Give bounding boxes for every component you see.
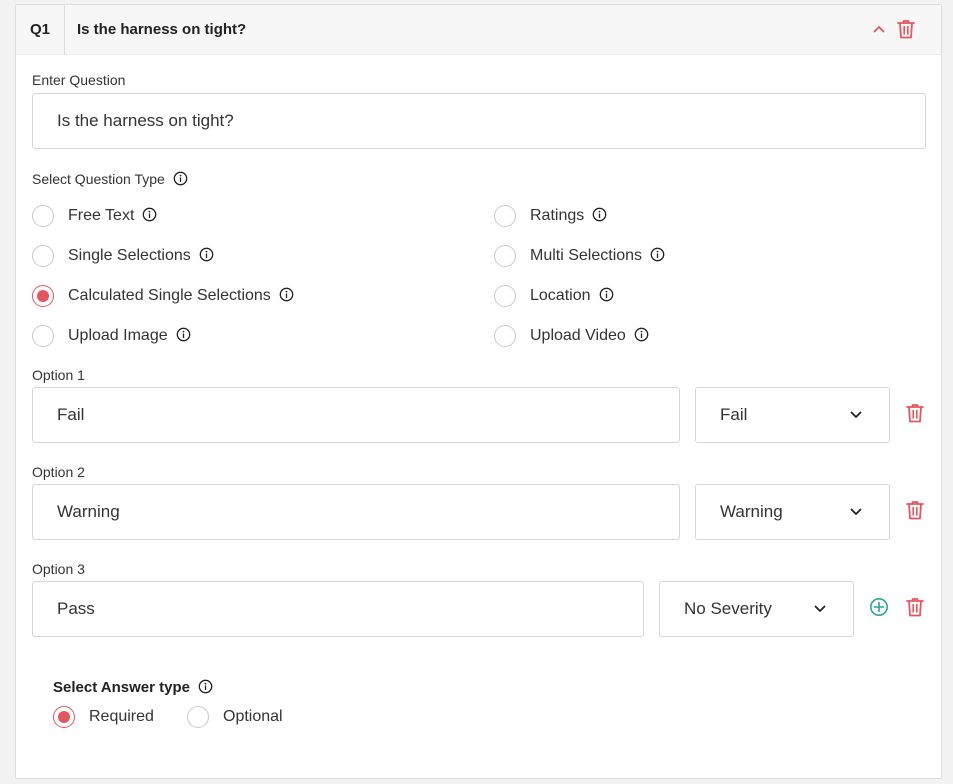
trash-icon bbox=[897, 19, 915, 39]
trash-icon bbox=[906, 597, 924, 617]
enter-question-label: Enter Question bbox=[32, 72, 126, 88]
question-header[interactable]: Q1 Is the harness on tight? bbox=[16, 5, 941, 55]
option-2-severity-select[interactable]: Warning bbox=[695, 484, 890, 540]
info-icon[interactable] bbox=[198, 679, 213, 694]
selected-value: Warning bbox=[720, 502, 783, 521]
radio-label: Upload Video bbox=[530, 327, 626, 344]
radio-circle[interactable] bbox=[32, 245, 54, 267]
radio-label: Upload Image bbox=[68, 327, 168, 344]
chevron-up-icon bbox=[872, 22, 886, 36]
option-3-input[interactable] bbox=[32, 581, 644, 637]
radio-circle[interactable] bbox=[494, 285, 516, 307]
delete-option-1-button[interactable] bbox=[906, 403, 924, 423]
add-option-button[interactable] bbox=[869, 597, 889, 617]
info-icon[interactable] bbox=[173, 171, 188, 186]
trash-icon bbox=[906, 500, 924, 520]
question-input[interactable] bbox=[32, 93, 926, 149]
plus-circle-icon bbox=[869, 597, 889, 617]
radio-label: Free Text bbox=[68, 207, 135, 224]
option-2-label: Option 2 bbox=[32, 464, 85, 480]
question-number: Q1 bbox=[16, 5, 65, 55]
option-1-severity-select[interactable]: Fail bbox=[695, 387, 890, 443]
selected-value: Fail bbox=[720, 405, 748, 424]
answer-type-label: Select Answer type bbox=[53, 679, 213, 696]
question-type-label-text: Select Question Type bbox=[32, 171, 165, 187]
radio-circle-checked[interactable] bbox=[53, 706, 75, 728]
question-title: Is the harness on tight? bbox=[77, 21, 247, 38]
collapse-button[interactable] bbox=[872, 19, 892, 41]
radio-label: Multi Selections bbox=[530, 247, 643, 264]
radio-circle-checked[interactable] bbox=[32, 285, 54, 307]
info-icon[interactable] bbox=[634, 327, 649, 342]
selected-value: No Severity bbox=[684, 599, 772, 618]
option-3-severity-select[interactable]: No Severity bbox=[659, 581, 854, 637]
question-type-label: Select Question Type bbox=[32, 171, 188, 187]
radio-circle[interactable] bbox=[494, 245, 516, 267]
chevron-down-icon bbox=[849, 505, 863, 519]
info-icon[interactable] bbox=[176, 327, 191, 342]
radio-label: Location bbox=[530, 287, 591, 304]
info-icon[interactable] bbox=[592, 207, 607, 222]
radio-circle[interactable] bbox=[32, 325, 54, 347]
radio-label: Single Selections bbox=[68, 247, 191, 264]
info-icon[interactable] bbox=[199, 247, 214, 262]
chevron-down-icon bbox=[849, 408, 863, 422]
radio-circle[interactable] bbox=[494, 205, 516, 227]
radio-label: Optional bbox=[223, 708, 283, 725]
option-1-label: Option 1 bbox=[32, 367, 85, 383]
question-card: Q1 Is the harness on tight? Enter Questi… bbox=[15, 4, 942, 779]
info-icon[interactable] bbox=[142, 207, 157, 222]
option-2-input[interactable] bbox=[32, 484, 680, 540]
radio-label: Ratings bbox=[530, 207, 585, 224]
info-icon[interactable] bbox=[599, 287, 614, 302]
radio-label: Required bbox=[89, 708, 154, 725]
trash-icon bbox=[906, 403, 924, 423]
radio-circle[interactable] bbox=[494, 325, 516, 347]
delete-option-2-button[interactable] bbox=[906, 500, 924, 520]
radio-circle[interactable] bbox=[187, 706, 209, 728]
answer-type-label-text: Select Answer type bbox=[53, 679, 190, 696]
option-1-input[interactable] bbox=[32, 387, 680, 443]
radio-circle[interactable] bbox=[32, 205, 54, 227]
info-icon[interactable] bbox=[650, 247, 665, 262]
delete-question-button[interactable] bbox=[897, 19, 917, 41]
info-icon[interactable] bbox=[279, 287, 294, 302]
radio-label: Calculated Single Selections bbox=[68, 287, 271, 304]
option-3-label: Option 3 bbox=[32, 561, 85, 577]
chevron-down-icon bbox=[813, 602, 827, 616]
delete-option-3-button[interactable] bbox=[906, 597, 924, 617]
